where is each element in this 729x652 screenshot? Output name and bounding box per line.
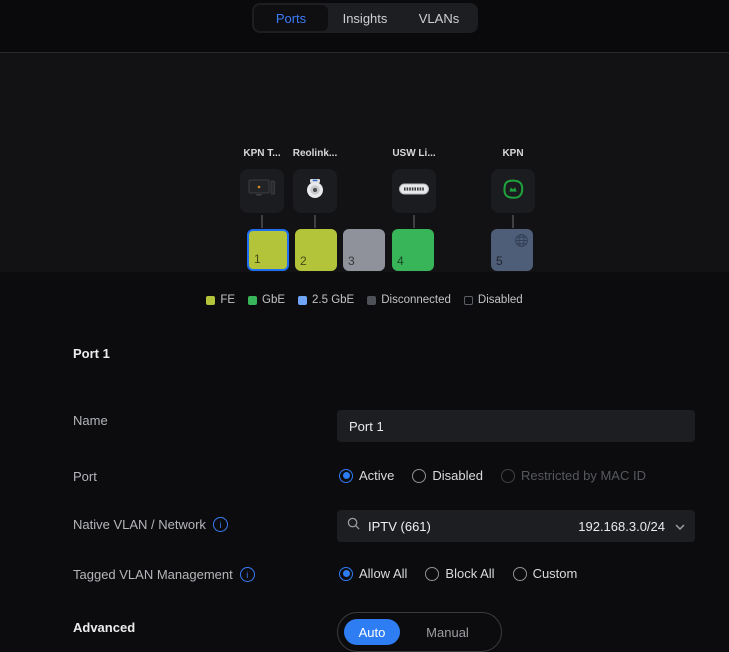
globe-icon: [514, 233, 529, 253]
camera-icon: [303, 177, 327, 206]
device-label: KPN: [502, 148, 524, 159]
legend-swatch-fe: [206, 295, 216, 305]
radio-disabled[interactable]: Disabled: [412, 468, 483, 483]
search-icon: [347, 517, 360, 535]
device-label: USW Li...: [392, 148, 436, 159]
device-tile-reolink-camera[interactable]: [293, 169, 337, 213]
radio-custom[interactable]: Custom: [512, 566, 578, 581]
toggle-auto[interactable]: Auto: [344, 619, 400, 645]
port-field-label: Port: [73, 469, 97, 484]
toggle-manual[interactable]: Manual: [400, 625, 495, 640]
radio-button-icon: [339, 468, 353, 483]
native-vlan-selected-value: IPTV (661): [368, 518, 431, 534]
port-number: 1: [254, 252, 261, 266]
native-vlan-label: Native VLAN / Network: [73, 517, 228, 532]
radio-button-icon: [339, 566, 353, 581]
device-tile-kpn-tv[interactable]: [240, 169, 284, 213]
legend-swatch-disconnected: [367, 295, 377, 305]
port-settings-heading: Port 1: [73, 346, 110, 361]
info-icon[interactable]: [239, 567, 255, 582]
radio-allow-all[interactable]: Allow All: [339, 566, 407, 581]
legend-label: Disconnected: [381, 294, 451, 306]
radio-label: Allow All: [359, 566, 408, 581]
port-connector: [512, 215, 514, 228]
tagged-vlan-radio-group: Allow All Block All Custom: [339, 566, 577, 581]
legend-item-25gbe: 2.5 GbE: [298, 294, 354, 306]
legend-label: Disabled: [477, 294, 523, 306]
radio-button-icon: [512, 566, 527, 581]
native-vlan-subnet: 192.168.3.0/24: [578, 518, 665, 534]
radio-restricted-by-mac-id: Restricted by MAC ID: [501, 468, 646, 483]
port-number: 4: [397, 254, 404, 268]
radio-button-icon: [501, 468, 515, 483]
top-bar: Ports Insights VLANs: [0, 0, 729, 53]
legend-swatch-25gbe: [298, 295, 308, 305]
switch-icon: [399, 182, 429, 200]
port-connector: [413, 215, 415, 228]
legend-label: FE: [220, 294, 236, 306]
device-tile-usw-lite[interactable]: [392, 169, 436, 213]
port-legend: FE GbE 2.5 GbE Disconnected Disabled: [0, 294, 729, 306]
port-number: 5: [496, 254, 503, 268]
port-number: 2: [300, 254, 307, 268]
tab-bar: Ports Insights VLANs: [252, 3, 478, 33]
legend-swatch-disabled: [463, 295, 473, 305]
port-2[interactable]: 2: [295, 229, 337, 271]
kpn-logo-icon: [500, 176, 526, 207]
native-vlan-dropdown[interactable]: IPTV (661) 192.168.3.0/24: [337, 510, 695, 542]
radio-button-icon: [412, 468, 427, 483]
tab-ports[interactable]: Ports: [254, 5, 328, 31]
radio-label: Disabled: [432, 468, 483, 483]
port-diagram-section: KPN T... Reolink... USW Li... KPN 1 2 3 …: [0, 53, 729, 306]
port-state-radio-group: Active Disabled Restricted by MAC ID: [339, 468, 646, 483]
legend-item-gbe: GbE: [248, 294, 285, 306]
radio-label: Active: [359, 468, 395, 483]
radio-label: Custom: [532, 566, 578, 581]
radio-block-all[interactable]: Block All: [425, 566, 495, 581]
radio-label: Block All: [445, 566, 495, 581]
advanced-mode-toggle: Auto Manual: [337, 612, 502, 652]
chevron-down-icon: [675, 517, 685, 535]
radio-label: Restricted by MAC ID: [521, 468, 646, 483]
tv-icon: [248, 178, 276, 205]
legend-swatch-gbe: [248, 295, 258, 305]
port-number: 3: [348, 254, 355, 268]
device-tile-kpn-isp[interactable]: [491, 169, 535, 213]
name-field-label: Name: [73, 413, 108, 428]
legend-label: GbE: [262, 294, 286, 306]
device-label: Reolink...: [292, 148, 338, 159]
native-vlan-label-text: Native VLAN / Network: [73, 517, 206, 532]
port-3[interactable]: 3: [343, 229, 385, 271]
legend-item-disabled: Disabled: [463, 294, 523, 306]
advanced-heading: Advanced: [73, 620, 136, 635]
tab-insights[interactable]: Insights: [328, 5, 402, 31]
legend-item-disconnected: Disconnected: [367, 294, 451, 306]
radio-active[interactable]: Active: [339, 468, 394, 483]
legend-item-fe: FE: [206, 294, 235, 306]
port-4[interactable]: 4: [392, 229, 434, 271]
tagged-vlan-label-text: Tagged VLAN Management: [73, 567, 233, 582]
info-icon[interactable]: [212, 517, 228, 532]
port-5[interactable]: 5: [491, 229, 533, 271]
tab-vlans[interactable]: VLANs: [402, 5, 476, 31]
legend-label: 2.5 GbE: [312, 294, 355, 306]
port-name-input[interactable]: [337, 410, 695, 442]
device-label: KPN T...: [243, 148, 281, 159]
tagged-vlan-label: Tagged VLAN Management: [73, 567, 255, 582]
radio-button-icon: [425, 566, 440, 581]
port-1[interactable]: 1: [247, 229, 289, 271]
port-connector: [314, 215, 316, 228]
port-connector: [261, 215, 263, 228]
